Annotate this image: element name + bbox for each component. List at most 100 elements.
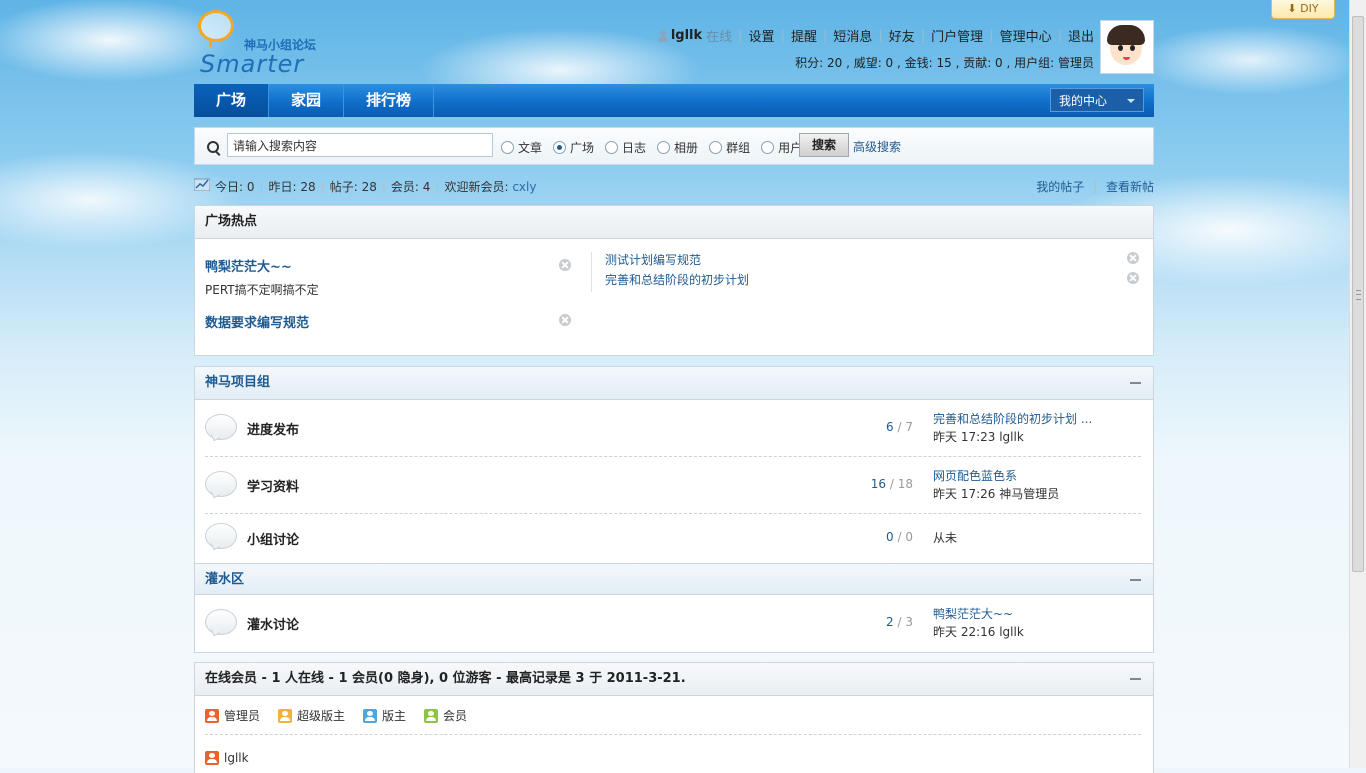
last-post-meta: 昨天 22:16 lgllk xyxy=(933,625,1024,639)
forum-row: 小组讨论 0 / 0 从未 xyxy=(205,513,1141,563)
post-count: 3 xyxy=(905,615,913,629)
friends-link[interactable]: 好友 xyxy=(889,26,915,45)
radio-label: 文章 xyxy=(518,141,543,155)
avatar[interactable] xyxy=(1100,20,1154,74)
advanced-search-link[interactable]: 高级搜索 xyxy=(853,138,901,155)
logout-link[interactable]: 退出 xyxy=(1068,26,1094,45)
last-post-title[interactable]: 鸭梨茫茫大~~ xyxy=(933,607,1013,621)
radio-article[interactable]: 文章 xyxy=(501,139,542,156)
messages-link[interactable]: 短消息 xyxy=(833,26,872,45)
diy-button[interactable]: ⬇ DIY xyxy=(1271,0,1335,19)
stat-today: 今日: 0 xyxy=(215,180,255,194)
admin-user-icon xyxy=(205,751,219,765)
search-scope-options: 文章 广场 日志 相册 群组 用户 xyxy=(501,139,813,156)
forum-bubble-icon xyxy=(205,414,237,440)
search-input[interactable] xyxy=(227,133,493,157)
hot-topics-right: 测试计划编写规范 完善和总结阶段的初步计划 xyxy=(605,250,749,290)
search-button[interactable]: 搜索 xyxy=(799,133,849,157)
forum-name[interactable]: 小组讨论 xyxy=(247,529,299,548)
close-icon[interactable] xyxy=(559,259,571,271)
site-logo[interactable]: 神马小组论坛 Smarter xyxy=(194,10,324,78)
divider: | xyxy=(1057,28,1062,43)
hot-topics-divider xyxy=(591,252,592,292)
divider xyxy=(205,734,1141,735)
hot-topic-title[interactable]: 数据要求编写规范 xyxy=(205,316,309,331)
divider: | xyxy=(1093,180,1098,194)
radio-square[interactable]: 广场 xyxy=(553,139,594,156)
portal-admin-link[interactable]: 门户管理 xyxy=(931,26,983,45)
radio-user[interactable]: 用户 xyxy=(761,139,802,156)
forum-name[interactable]: 进度发布 xyxy=(247,419,299,438)
hot-link[interactable]: 测试计划编写规范 xyxy=(605,253,701,267)
logo-en-text: Smarter xyxy=(200,50,305,78)
radio-blog[interactable]: 日志 xyxy=(605,139,646,156)
online-members-panel: 在线会员 - 1 人在线 - 1 会员(0 隐身), 0 位游客 - 最高记录是… xyxy=(194,662,1154,773)
avatar-eye xyxy=(1118,45,1123,51)
post-count: 7 xyxy=(905,420,913,434)
online-user-link[interactable]: lgllk xyxy=(224,751,249,765)
stats-items: 今日: 0 | 昨日: 28 | 帖子: 28 | 会员: 4 | 欢迎新会员: cxly xyxy=(215,178,536,195)
vertical-scrollbar[interactable] xyxy=(1349,0,1366,768)
stats-links: 我的帖子 | 查看新帖 xyxy=(1036,178,1154,195)
legend-label: 管理员 xyxy=(224,709,261,723)
hot-link[interactable]: 完善和总结阶段的初步计划 xyxy=(605,273,749,287)
divider: | xyxy=(920,28,926,43)
last-post-title[interactable]: 完善和总结阶段的初步计划 ... xyxy=(933,412,1092,426)
forum-last-post: 完善和总结阶段的初步计划 ... 昨天 17:23 lgllk xyxy=(933,410,1092,446)
group-header-shenma[interactable]: 神马项目组 xyxy=(195,367,1153,400)
new-member-link[interactable]: cxly xyxy=(512,180,536,194)
hot-topic-item: 鸭梨茫茫大~~ PERT搞不定啊搞不定 xyxy=(205,256,575,312)
radio-dot xyxy=(605,141,619,154)
group-header-water[interactable]: 灌水区 xyxy=(195,563,1153,595)
close-icon[interactable] xyxy=(559,314,571,326)
notifications-link[interactable]: 提醒 xyxy=(791,26,817,45)
last-post-title[interactable]: 网页配色蓝色系 xyxy=(933,469,1017,483)
hot-topics-left: 鸭梨茫茫大~~ PERT搞不定啊搞不定 数据要求编写规范 xyxy=(205,256,575,336)
close-icon[interactable] xyxy=(1127,252,1139,264)
radio-label: 相册 xyxy=(674,141,699,155)
collapse-icon[interactable] xyxy=(1130,579,1141,581)
forum-name[interactable]: 学习资料 xyxy=(247,476,299,495)
radio-dot xyxy=(709,141,723,154)
forum-stats: 今日: 0 | 昨日: 28 | 帖子: 28 | 会员: 4 | 欢迎新会员: cxly 我的… xyxy=(194,177,1154,195)
forum-bubble-icon xyxy=(205,471,237,497)
scrollbar-thumb[interactable] xyxy=(1352,16,1364,572)
online-title: 在线会员 xyxy=(205,671,258,686)
forum-bubble-icon xyxy=(205,523,237,549)
last-post-meta: 昨天 17:23 lgllk xyxy=(933,430,1024,444)
tab-square[interactable]: 广场 xyxy=(194,84,270,117)
new-posts-link[interactable]: 查看新帖 xyxy=(1106,180,1154,194)
online-status[interactable]: 在线 xyxy=(706,26,732,45)
username-link[interactable]: lgllk xyxy=(671,28,702,43)
radio-album[interactable]: 相册 xyxy=(657,139,698,156)
radio-dot xyxy=(501,141,514,154)
legend-label: 会员 xyxy=(443,709,468,723)
radio-group[interactable]: 群组 xyxy=(709,139,750,156)
hot-topic-title[interactable]: 鸭梨茫茫大~~ xyxy=(205,260,292,275)
collapse-icon[interactable] xyxy=(1130,678,1141,680)
my-center-label: 我的中心 xyxy=(1059,94,1108,108)
tab-home[interactable]: 家园 xyxy=(269,84,345,117)
forum-last-post: 从未 xyxy=(933,531,958,545)
search-bar: 文章 广场 日志 相册 群组 用户 搜索 高级搜索 xyxy=(194,127,1154,165)
divider: | xyxy=(878,28,883,43)
online-user-item: lgllk xyxy=(205,751,249,765)
forum-last-post: 网页配色蓝色系 昨天 17:26 神马管理员 xyxy=(933,467,1059,503)
collapse-icon[interactable] xyxy=(1130,382,1141,384)
divider: | xyxy=(381,180,386,194)
admin-center-link[interactable]: 管理中心 xyxy=(1000,26,1052,45)
settings-link[interactable]: 设置 xyxy=(749,26,775,45)
thread-count: 6 xyxy=(886,420,894,434)
chevron-down-icon xyxy=(1127,99,1135,103)
tab-ranking[interactable]: 排行榜 xyxy=(344,84,435,117)
my-center-dropdown[interactable]: 我的中心 xyxy=(1050,88,1144,112)
forum-name[interactable]: 灌水讨论 xyxy=(247,614,299,633)
stats-chart-icon xyxy=(194,178,210,191)
close-icon[interactable] xyxy=(1127,272,1139,284)
online-members-header[interactable]: 在线会员 - 1 人在线 - 1 会员(0 隐身), 0 位游客 - 最高记录是… xyxy=(195,663,1153,696)
radio-dot-selected xyxy=(553,141,567,154)
my-posts-link[interactable]: 我的帖子 xyxy=(1036,180,1084,194)
admin-user-icon xyxy=(205,708,219,723)
avatar-eye xyxy=(1130,45,1135,51)
legend-admin: 管理员 xyxy=(205,707,260,724)
